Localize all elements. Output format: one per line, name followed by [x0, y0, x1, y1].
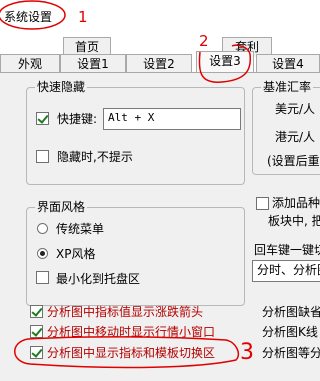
annotation-overlay — [0, 0, 252, 369]
settings3-tab-circle-annotation — [198, 44, 252, 83]
annotation-mark-1: 1 — [78, 8, 88, 26]
title-circle-annotation — [0, 0, 66, 30]
template-option-circle-annotation — [14, 336, 240, 369]
annotation-mark-3: 3 — [240, 340, 254, 365]
annotation-mark-2: 2 — [199, 32, 209, 50]
